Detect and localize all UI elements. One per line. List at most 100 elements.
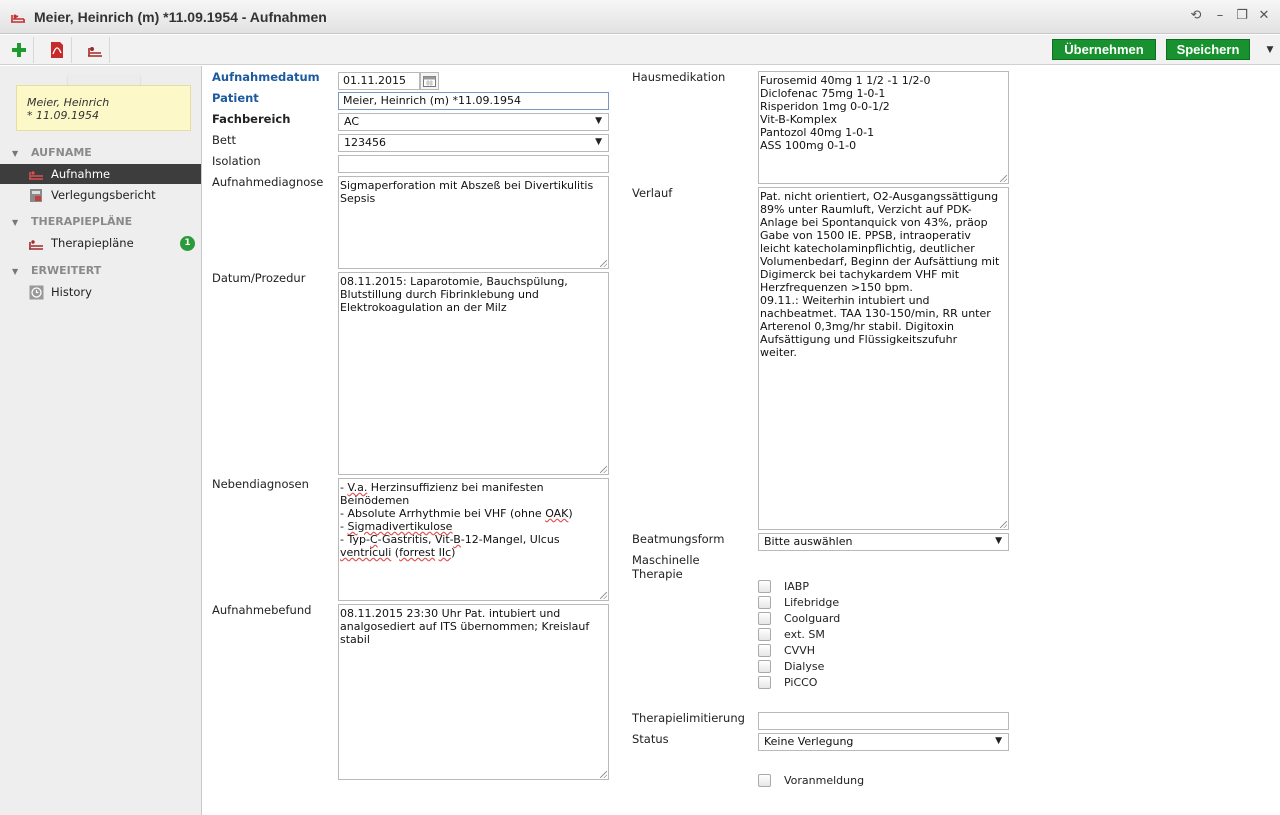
dropdown-arrow-icon: ▼ [995, 736, 1002, 746]
text-line: - Sigmadivertikulose [340, 520, 453, 533]
text-line: - Typ-C-Gastritis, Vit-B-12-Mangel, Ulcu… [340, 533, 560, 559]
status-value: Keine Verlegung [764, 735, 854, 748]
checkbox-label: Lifebridge [784, 595, 840, 609]
patient-field[interactable]: Meier, Heinrich (m) *11.09.1954 [338, 92, 609, 110]
aufnahmebefund-label: Aufnahmebefund [212, 603, 312, 617]
sidebar-item-aufnahme[interactable]: Aufnahme [0, 164, 201, 184]
beatmungsform-value: Bitte auswählen [764, 535, 853, 548]
dropdown-arrow-icon: ▼ [995, 536, 1002, 546]
therapielimitierung-label: Therapielimitierung [632, 711, 745, 725]
fachbereich-label: Fachbereich [212, 112, 291, 126]
checkbox-label: PiCCO [784, 675, 818, 689]
isolation-field[interactable] [338, 155, 609, 173]
checkbox-cvvh[interactable]: CVVH [758, 643, 815, 657]
therapielimitierung-field[interactable] [758, 712, 1009, 730]
collapse-triangle-icon: ▼ [12, 149, 19, 158]
checkbox-picco[interactable]: PiCCO [758, 675, 817, 689]
fachbereich-value: AC [344, 115, 360, 128]
status-select[interactable]: Keine Verlegung ▼ [758, 733, 1009, 751]
checkbox-label: Voranmeldung [784, 773, 865, 787]
bett-label: Bett [212, 133, 236, 147]
checkbox-voranmeldung[interactable]: Voranmeldung [758, 773, 864, 787]
report-icon [28, 187, 44, 203]
checkbox-label: ext. SM [784, 627, 825, 641]
dropdown-arrow-icon: ▼ [595, 137, 602, 147]
checkbox-box[interactable] [758, 579, 771, 593]
nebendiagnosen-textarea[interactable]: - V.a. Herzinsuffizienz bei manifesten B… [338, 478, 609, 601]
sidebar-item-therapieplaene[interactable]: Therapiepläne 1 [0, 233, 201, 253]
isolation-label: Isolation [212, 154, 261, 168]
checkbox-box[interactable] [758, 675, 771, 689]
history-icon [28, 284, 44, 300]
restore-icon[interactable]: ❐ [1234, 8, 1250, 24]
checkbox-label: Coolguard [784, 611, 841, 625]
hausmedikation-label: Hausmedikation [632, 70, 726, 84]
section-erweitert[interactable]: ▼ ERWEITERT [12, 264, 101, 278]
bett-select[interactable]: 123456 ▼ [338, 134, 609, 152]
patient-note-birth: * 11.09.1954 [27, 109, 99, 122]
patient-note-name: Meier, Heinrich [27, 96, 110, 109]
beatmungsform-select[interactable]: Bitte auswählen ▼ [758, 533, 1009, 551]
sidebar-item-verlegungsbericht[interactable]: Verlegungsbericht [0, 185, 201, 205]
checkbox-label: Dialyse [784, 659, 825, 673]
pdf-icon[interactable] [42, 37, 72, 63]
beatmungsform-label: Beatmungsform [632, 532, 725, 546]
bed-icon [28, 166, 44, 182]
section-therapieplaene[interactable]: ▼ THERAPIEPLÄNE [12, 215, 132, 229]
checkbox-box[interactable] [758, 595, 771, 609]
minimize-icon[interactable]: – [1212, 8, 1228, 24]
sidebar-item-history[interactable]: History [0, 282, 201, 302]
section-aufname[interactable]: ▼ AUFNAME [12, 146, 92, 160]
text-line: - V.a. Herzinsuffizienz bei manifesten B… [340, 481, 544, 507]
checkbox-box[interactable] [758, 611, 771, 625]
aufnahmediagnose-label: Aufnahmediagnose [212, 175, 324, 189]
maschinelle-therapie-label: Maschinelle Therapie [632, 553, 700, 581]
calendar-icon[interactable] [420, 72, 439, 90]
verlauf-textarea[interactable]: Pat. nicht orientiert, O2-Ausgangssättig… [758, 187, 1009, 530]
aufnahmediagnose-textarea[interactable]: Sigmaperforation mit Abszeß bei Divertik… [338, 176, 609, 269]
add-icon[interactable] [4, 37, 34, 63]
hausmedikation-textarea[interactable]: Furosemid 40mg 1 1/2 -1 1/2-0 Diclofenac… [758, 71, 1009, 184]
bett-value: 123456 [344, 136, 386, 149]
checkbox-box[interactable] [758, 659, 771, 673]
verlauf-label: Verlauf [632, 186, 673, 200]
dropdown-arrow-icon: ▼ [595, 116, 602, 126]
aufnahmedatum-field[interactable]: 01.11.2015 [338, 72, 420, 90]
checkbox-label: CVVH [784, 643, 816, 657]
status-label: Status [632, 732, 669, 746]
accept-button[interactable]: Übernehmen [1052, 39, 1156, 60]
datum-prozedur-textarea[interactable]: 08.11.2015: Laparotomie, Bauchspülung, B… [338, 272, 609, 475]
save-button[interactable]: Speichern [1166, 39, 1250, 60]
checkbox-box[interactable] [758, 773, 771, 787]
checkbox-box[interactable] [758, 627, 771, 641]
checkbox-box[interactable] [758, 643, 771, 657]
collapse-triangle-icon: ▼ [12, 267, 19, 276]
checkbox-lifebridge[interactable]: Lifebridge [758, 595, 839, 609]
checkbox-dialyse[interactable]: Dialyse [758, 659, 824, 673]
therapy-bed-icon [28, 235, 44, 251]
sidebar-item-label: Verlegungsbericht [51, 188, 156, 202]
patient-transfer-icon[interactable] [80, 37, 110, 63]
sidebar: Meier, Heinrich * 11.09.1954 ▼ AUFNAME Au… [0, 66, 202, 815]
checkbox-iabp[interactable]: IABP [758, 579, 809, 593]
sidebar-item-label: Aufnahme [51, 167, 111, 181]
close-icon[interactable]: ✕ [1256, 8, 1272, 24]
text-line: - Absolute Arrhythmie bei VHF (ohne OAK) [340, 507, 573, 520]
toolbar: Übernehmen Speichern ▼ [0, 35, 1280, 65]
aufnahmebefund-textarea[interactable]: 08.11.2015 23:30 Uhr Pat. intubiert und … [338, 604, 609, 780]
refresh-icon[interactable]: ⟲ [1188, 8, 1204, 24]
checkbox-label: IABP [784, 579, 809, 593]
title-bar: Meier, Heinrich (m) *11.09.1954 - Aufnah… [0, 0, 1280, 34]
fachbereich-select[interactable]: AC ▼ [338, 113, 609, 131]
chevron-down-icon[interactable]: ▼ [1262, 40, 1278, 60]
datum-prozedur-label: Datum/Prozedur [212, 271, 306, 285]
patient-note: Meier, Heinrich * 11.09.1954 [16, 85, 191, 131]
checkbox-coolguard[interactable]: Coolguard [758, 611, 840, 625]
patient-label: Patient [212, 91, 259, 105]
section-label: THERAPIEPLÄNE [31, 215, 133, 228]
sidebar-item-label: Therapiepläne [51, 236, 134, 250]
section-label: AUFNAME [31, 146, 92, 159]
sidebar-item-label: History [51, 285, 92, 299]
checkbox-ext-sm[interactable]: ext. SM [758, 627, 825, 641]
section-label: ERWEITERT [31, 264, 102, 277]
